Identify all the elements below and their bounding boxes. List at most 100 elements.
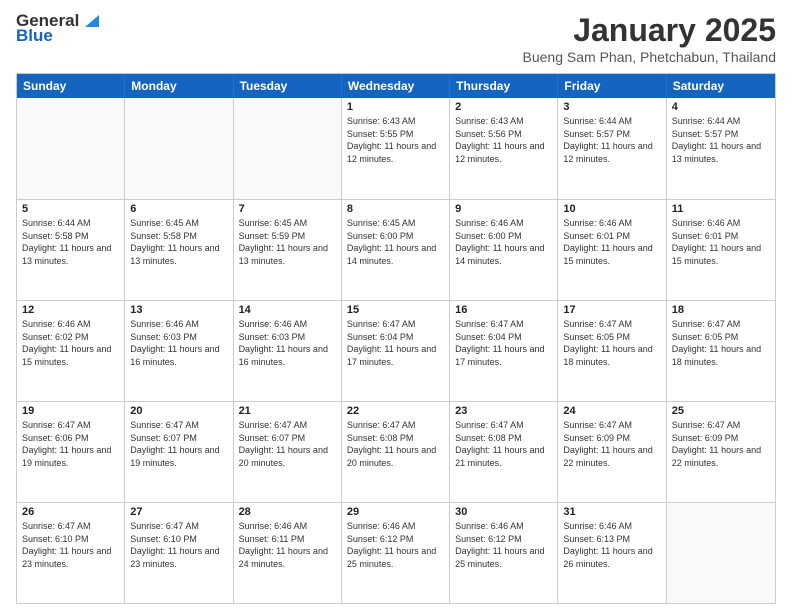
cell-sun-info: Sunrise: 6:46 AM Sunset: 6:01 PM Dayligh…: [563, 217, 660, 267]
cell-sun-info: Sunrise: 6:46 AM Sunset: 6:11 PM Dayligh…: [239, 520, 336, 570]
day-cell-16: 16Sunrise: 6:47 AM Sunset: 6:04 PM Dayli…: [450, 301, 558, 401]
day-cell-14: 14 Sunrise: 6:46 AM Sunset: 6:03 PM Dayli…: [234, 301, 342, 401]
day-cell-4: 4 Sunrise: 6:44 AM Sunset: 5:57 PM Daylig…: [667, 98, 775, 199]
day-number: 20: [130, 405, 227, 417]
day-cell-26: 26 Sunrise: 6:47 AM Sunset: 6:10 PM Dayli…: [17, 503, 125, 603]
cell-sun-info: Sunrise: 6:47 AM Sunset: 6:08 PM Dayligh…: [455, 419, 552, 469]
day-number: 26: [22, 506, 119, 518]
logo-triangle-icon: [81, 11, 99, 29]
day-number: 19: [22, 405, 119, 417]
page: General Blue January 2025 Bueng Sam Phan…: [0, 0, 792, 612]
day-number: 18: [672, 304, 770, 316]
location: Bueng Sam Phan, Phetchabun, Thailand: [523, 49, 776, 65]
day-cell-17: 17 Sunrise: 6:47 AM Sunset: 6:05 PM Dayli…: [558, 301, 666, 401]
day-cell-6: 6Sunrise: 6:45 AM Sunset: 5:58 PM Daylig…: [125, 200, 233, 300]
day-number: 7: [239, 203, 336, 215]
day-cell-31: 31 Sunrise: 6:46 AM Sunset: 6:13 PM Dayli…: [558, 503, 666, 603]
cell-sun-info: Sunrise: 6:46 AM Sunset: 6:13 PM Dayligh…: [563, 520, 660, 570]
calendar-header: SundayMondayTuesdayWednesdayThursdayFrid…: [17, 74, 775, 98]
day-cell-15: 15Sunrise: 6:47 AM Sunset: 6:04 PM Dayli…: [342, 301, 450, 401]
empty-cell-0-0: [17, 98, 125, 199]
cell-sun-info: Sunrise: 6:44 AM Sunset: 5:57 PM Dayligh…: [563, 115, 660, 165]
day-number: 24: [563, 405, 660, 417]
weekday-header-friday: Friday: [558, 74, 666, 98]
cell-sun-info: Sunrise: 6:46 AM Sunset: 6:01 PM Dayligh…: [672, 217, 770, 267]
day-number: 17: [563, 304, 660, 316]
weekday-header-sunday: Sunday: [17, 74, 125, 98]
calendar-row-4: 19Sunrise: 6:47 AM Sunset: 6:06 PM Dayli…: [17, 401, 775, 502]
cell-sun-info: Sunrise: 6:47 AM Sunset: 6:07 PM Dayligh…: [239, 419, 336, 469]
day-cell-24: 24 Sunrise: 6:47 AM Sunset: 6:09 PM Dayli…: [558, 402, 666, 502]
cell-sun-info: Sunrise: 6:47 AM Sunset: 6:08 PM Dayligh…: [347, 419, 444, 469]
cell-sun-info: Sunrise: 6:47 AM Sunset: 6:09 PM Dayligh…: [672, 419, 770, 469]
cell-sun-info: Sunrise: 6:47 AM Sunset: 6:09 PM Dayligh…: [563, 419, 660, 469]
cell-sun-info: Sunrise: 6:46 AM Sunset: 6:00 PM Dayligh…: [455, 217, 552, 267]
day-cell-21: 21 Sunrise: 6:47 AM Sunset: 6:07 PM Dayli…: [234, 402, 342, 502]
day-number: 29: [347, 506, 444, 518]
day-cell-20: 20 Sunrise: 6:47 AM Sunset: 6:07 PM Dayli…: [125, 402, 233, 502]
day-cell-7: 7 Sunrise: 6:45 AM Sunset: 5:59 PM Daylig…: [234, 200, 342, 300]
cell-sun-info: Sunrise: 6:47 AM Sunset: 6:07 PM Dayligh…: [130, 419, 227, 469]
day-number: 16: [455, 304, 552, 316]
cell-sun-info: Sunrise: 6:45 AM Sunset: 6:00 PM Dayligh…: [347, 217, 444, 267]
cell-sun-info: Sunrise: 6:46 AM Sunset: 6:03 PM Dayligh…: [130, 318, 227, 368]
cell-sun-info: Sunrise: 6:47 AM Sunset: 6:05 PM Dayligh…: [563, 318, 660, 368]
calendar-row-5: 26 Sunrise: 6:47 AM Sunset: 6:10 PM Dayli…: [17, 502, 775, 603]
day-cell-30: 30 Sunrise: 6:46 AM Sunset: 6:12 PM Dayli…: [450, 503, 558, 603]
cell-sun-info: Sunrise: 6:46 AM Sunset: 6:12 PM Dayligh…: [347, 520, 444, 570]
empty-cell-0-2: [234, 98, 342, 199]
calendar-row-3: 12 Sunrise: 6:46 AM Sunset: 6:02 PM Dayli…: [17, 300, 775, 401]
day-cell-1: 1Sunrise: 6:43 AM Sunset: 5:55 PM Daylig…: [342, 98, 450, 199]
day-number: 22: [347, 405, 444, 417]
month-title: January 2025: [523, 12, 776, 49]
cell-sun-info: Sunrise: 6:45 AM Sunset: 5:59 PM Dayligh…: [239, 217, 336, 267]
cell-sun-info: Sunrise: 6:45 AM Sunset: 5:58 PM Dayligh…: [130, 217, 227, 267]
calendar-body: 1Sunrise: 6:43 AM Sunset: 5:55 PM Daylig…: [17, 98, 775, 603]
day-number: 31: [563, 506, 660, 518]
cell-sun-info: Sunrise: 6:47 AM Sunset: 6:10 PM Dayligh…: [22, 520, 119, 570]
empty-cell-0-1: [125, 98, 233, 199]
day-cell-18: 18Sunrise: 6:47 AM Sunset: 6:05 PM Dayli…: [667, 301, 775, 401]
cell-sun-info: Sunrise: 6:43 AM Sunset: 5:55 PM Dayligh…: [347, 115, 444, 165]
logo-blue-text: Blue: [16, 27, 53, 46]
day-cell-10: 10 Sunrise: 6:46 AM Sunset: 6:01 PM Dayli…: [558, 200, 666, 300]
day-cell-23: 23 Sunrise: 6:47 AM Sunset: 6:08 PM Dayli…: [450, 402, 558, 502]
day-number: 4: [672, 101, 770, 113]
cell-sun-info: Sunrise: 6:44 AM Sunset: 5:58 PM Dayligh…: [22, 217, 119, 267]
day-cell-28: 28 Sunrise: 6:46 AM Sunset: 6:11 PM Dayli…: [234, 503, 342, 603]
calendar-row-2: 5 Sunrise: 6:44 AM Sunset: 5:58 PM Daylig…: [17, 199, 775, 300]
calendar: SundayMondayTuesdayWednesdayThursdayFrid…: [16, 73, 776, 604]
day-number: 13: [130, 304, 227, 316]
day-number: 21: [239, 405, 336, 417]
day-number: 28: [239, 506, 336, 518]
day-cell-5: 5 Sunrise: 6:44 AM Sunset: 5:58 PM Daylig…: [17, 200, 125, 300]
day-number: 14: [239, 304, 336, 316]
cell-sun-info: Sunrise: 6:43 AM Sunset: 5:56 PM Dayligh…: [455, 115, 552, 165]
cell-sun-info: Sunrise: 6:47 AM Sunset: 6:04 PM Dayligh…: [347, 318, 444, 368]
day-number: 8: [347, 203, 444, 215]
day-cell-11: 11 Sunrise: 6:46 AM Sunset: 6:01 PM Dayli…: [667, 200, 775, 300]
day-number: 9: [455, 203, 552, 215]
cell-sun-info: Sunrise: 6:46 AM Sunset: 6:12 PM Dayligh…: [455, 520, 552, 570]
day-number: 23: [455, 405, 552, 417]
day-cell-12: 12 Sunrise: 6:46 AM Sunset: 6:02 PM Dayli…: [17, 301, 125, 401]
weekday-header-tuesday: Tuesday: [234, 74, 342, 98]
day-cell-27: 27Sunrise: 6:47 AM Sunset: 6:10 PM Dayli…: [125, 503, 233, 603]
day-cell-3: 3Sunrise: 6:44 AM Sunset: 5:57 PM Daylig…: [558, 98, 666, 199]
day-number: 25: [672, 405, 770, 417]
weekday-header-monday: Monday: [125, 74, 233, 98]
day-number: 12: [22, 304, 119, 316]
cell-sun-info: Sunrise: 6:46 AM Sunset: 6:02 PM Dayligh…: [22, 318, 119, 368]
day-number: 30: [455, 506, 552, 518]
day-cell-8: 8 Sunrise: 6:45 AM Sunset: 6:00 PM Daylig…: [342, 200, 450, 300]
day-number: 11: [672, 203, 770, 215]
cell-sun-info: Sunrise: 6:44 AM Sunset: 5:57 PM Dayligh…: [672, 115, 770, 165]
weekday-header-saturday: Saturday: [667, 74, 775, 98]
cell-sun-info: Sunrise: 6:46 AM Sunset: 6:03 PM Dayligh…: [239, 318, 336, 368]
day-number: 5: [22, 203, 119, 215]
day-number: 10: [563, 203, 660, 215]
weekday-header-wednesday: Wednesday: [342, 74, 450, 98]
calendar-row-1: 1Sunrise: 6:43 AM Sunset: 5:55 PM Daylig…: [17, 98, 775, 199]
title-area: January 2025 Bueng Sam Phan, Phetchabun,…: [523, 12, 776, 65]
day-cell-22: 22 Sunrise: 6:47 AM Sunset: 6:08 PM Dayli…: [342, 402, 450, 502]
